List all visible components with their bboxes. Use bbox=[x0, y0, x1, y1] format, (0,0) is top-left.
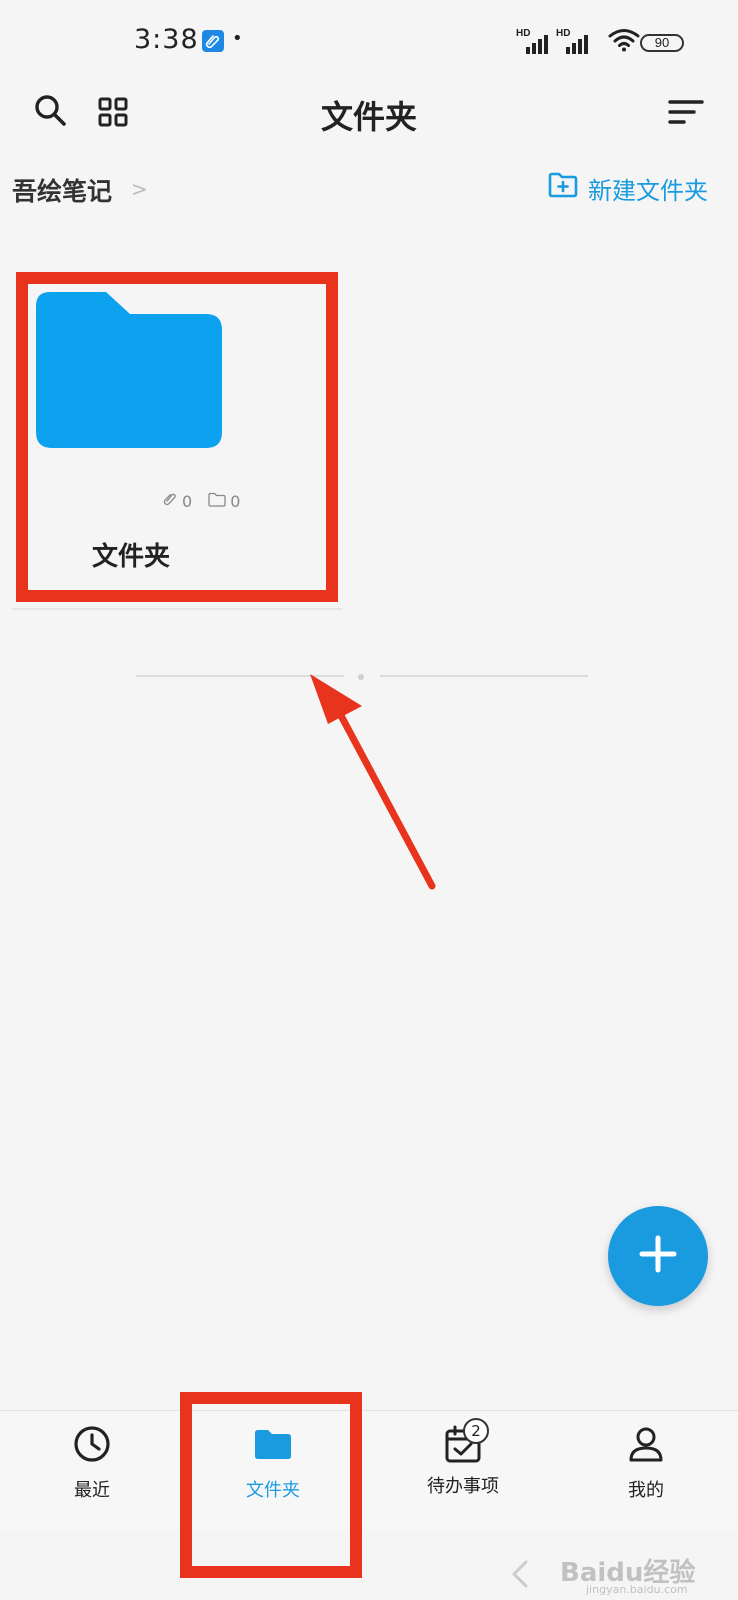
back-icon[interactable] bbox=[510, 1560, 530, 1588]
page-title: 文件夹 bbox=[320, 98, 417, 136]
signal-hd-label: HD bbox=[556, 28, 571, 39]
small-folder-icon bbox=[208, 492, 226, 511]
subfolder-count: 0 bbox=[230, 491, 241, 511]
person-icon bbox=[626, 1424, 666, 1468]
folder-meta: 0 0 bbox=[162, 491, 240, 511]
cell-signal-icon: HD bbox=[516, 28, 552, 54]
annotation-arrow bbox=[310, 674, 436, 890]
nav-item-todo[interactable]: 2 待办事项 bbox=[383, 1418, 543, 1504]
status-dot: • bbox=[232, 28, 243, 49]
folder-add-icon bbox=[548, 172, 578, 204]
plus-icon bbox=[638, 1234, 678, 1278]
new-folder-button[interactable]: 新建文件夹 bbox=[548, 170, 708, 206]
status-time: 3:38 bbox=[134, 24, 199, 55]
nav-label-me: 我的 bbox=[628, 1480, 664, 1501]
nav-item-me[interactable]: 我的 bbox=[566, 1424, 726, 1504]
nav-item-recent[interactable]: 最近 bbox=[12, 1424, 172, 1504]
breadcrumb-separator: > bbox=[131, 177, 148, 201]
new-folder-label: 新建文件夹 bbox=[588, 176, 708, 205]
notes-count: 0 bbox=[182, 491, 193, 511]
signal-hd-label: HD bbox=[516, 28, 531, 39]
notification-app-icon bbox=[202, 30, 224, 52]
sort-icon[interactable] bbox=[664, 90, 708, 134]
breadcrumb-root[interactable]: 吾绘笔记 bbox=[12, 172, 112, 208]
watermark-url: jingyan.baidu.com bbox=[586, 1583, 688, 1596]
nav-label-todo: 待办事项 bbox=[427, 1476, 499, 1497]
folder-name: 文件夹 bbox=[92, 542, 171, 572]
folder-icon bbox=[36, 292, 224, 452]
clock-icon bbox=[72, 1424, 112, 1468]
paperclip-icon bbox=[162, 491, 178, 511]
divider bbox=[12, 608, 342, 610]
cell-signal-icon: HD bbox=[556, 28, 592, 54]
todo-badge: 2 bbox=[463, 1418, 489, 1444]
nav-label-recent: 最近 bbox=[74, 1480, 110, 1501]
add-note-button[interactable] bbox=[608, 1206, 708, 1306]
battery-indicator: 90 bbox=[640, 34, 684, 52]
status-bar: 3:38 • HD HD 90 bbox=[0, 0, 738, 84]
wifi-icon bbox=[608, 28, 642, 54]
